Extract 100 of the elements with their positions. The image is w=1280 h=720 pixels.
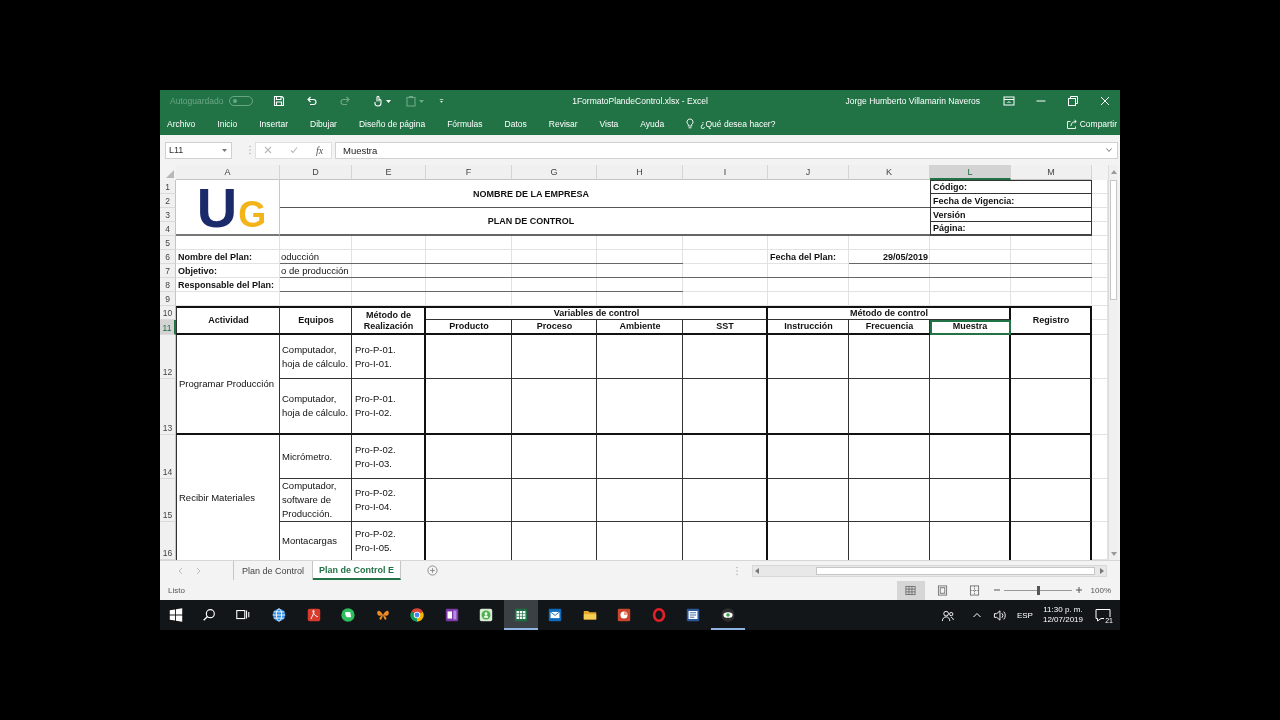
row-header[interactable]: 4 xyxy=(160,222,176,236)
row-header[interactable]: 11 xyxy=(160,320,176,335)
search-icon xyxy=(201,607,217,623)
name-box[interactable]: L11 xyxy=(165,141,232,159)
share-button[interactable]: Compartir xyxy=(1079,118,1120,129)
ribbon-options-icon[interactable] xyxy=(1003,95,1015,107)
notebook-icon xyxy=(443,607,460,623)
ribbon-tab[interactable]: Insertar xyxy=(259,116,288,131)
restore-icon[interactable] xyxy=(1067,95,1079,107)
people-icon[interactable] xyxy=(940,608,954,622)
column-header[interactable]: G xyxy=(512,165,597,180)
row-header[interactable]: 5 xyxy=(160,236,176,250)
plan-field-label: Responsable del Plan: xyxy=(177,279,276,292)
caret-icon[interactable] xyxy=(386,99,392,103)
ribbon-tab[interactable]: Revisar xyxy=(548,116,578,131)
hand-icon[interactable] xyxy=(372,95,385,107)
row-header[interactable]: 12 xyxy=(160,335,176,379)
ring-icon xyxy=(650,607,667,623)
undo-icon[interactable] xyxy=(306,95,319,107)
column-heading: Frecuencia xyxy=(849,320,930,335)
column-header[interactable]: J xyxy=(768,165,849,180)
ribbon-tab[interactable]: Vista xyxy=(599,116,619,131)
column-heading: Ambiente xyxy=(597,320,683,335)
vertical-scrollbar[interactable] xyxy=(1108,165,1118,560)
column-heading: Producto xyxy=(426,320,512,335)
clock[interactable]: 11:30 p. m. 12/07/2019 xyxy=(1042,605,1083,625)
row-header[interactable]: 16 xyxy=(160,522,176,560)
save-icon[interactable] xyxy=(273,95,286,107)
ribbon-tab[interactable]: Datos xyxy=(504,116,527,131)
scroll-left-icon[interactable] xyxy=(755,567,759,574)
row-header[interactable]: 10 xyxy=(160,306,176,320)
slider-thumb[interactable] xyxy=(1036,585,1040,595)
ribbon-tab[interactable]: Dibujar xyxy=(310,116,337,131)
add-sheet-icon[interactable] xyxy=(427,565,439,576)
row-header[interactable]: 15 xyxy=(160,479,176,522)
sheet-tab[interactable]: Plan de Control E xyxy=(313,561,402,580)
plan-field-value: o de producción xyxy=(280,264,1092,278)
lightbulb-icon[interactable] xyxy=(686,118,695,129)
equipment-cell: Montacargas xyxy=(280,522,352,560)
insert-function-button[interactable]: fx xyxy=(316,144,324,156)
document-field-cell: Página: xyxy=(930,222,1092,236)
column-header[interactable]: L xyxy=(930,165,1011,180)
column-header[interactable]: K xyxy=(849,165,930,180)
ribbon-tab[interactable]: Diseño de página xyxy=(358,116,426,131)
method-cell: Pro-P-01. Pro-I-02. xyxy=(352,379,426,435)
row-header[interactable]: 2 xyxy=(160,194,176,208)
zoom-level[interactable]: 100% xyxy=(1090,585,1111,595)
ribbon-tab[interactable]: Ayuda xyxy=(640,116,665,131)
taskbar-button[interactable] xyxy=(503,600,538,630)
row-header[interactable]: 13 xyxy=(160,379,176,435)
scrollbar-thumb[interactable] xyxy=(1110,180,1117,300)
column-header[interactable]: D xyxy=(280,165,352,180)
chevron-up-icon[interactable] xyxy=(971,610,982,620)
caret-icon[interactable] xyxy=(222,148,227,152)
plan-field-label: Nombre del Plan: xyxy=(177,251,253,264)
column-heading: Método de Realización xyxy=(352,306,426,335)
notification-icon[interactable] xyxy=(1095,608,1111,622)
row-header[interactable]: 7 xyxy=(160,264,176,278)
language-indicator[interactable]: ESP xyxy=(1016,610,1033,620)
scrollbar-thumb[interactable] xyxy=(816,566,1095,575)
autosave-label: Autoguardado xyxy=(170,96,224,106)
column-header[interactable]: F xyxy=(426,165,512,180)
document-field-cell: Fecha de Vigencia: xyxy=(930,194,1092,208)
column-heading: Equipos xyxy=(280,306,352,335)
row-header[interactable]: 9 xyxy=(160,292,176,306)
column-header[interactable]: H xyxy=(597,165,683,180)
page-break-icon xyxy=(969,584,981,596)
row-header[interactable]: 6 xyxy=(160,250,176,264)
plan-date-value: 29/05/2019 xyxy=(849,250,1092,264)
ribbon-tab[interactable]: Archivo xyxy=(167,116,196,131)
equipment-cell: Computador, hoja de cálculo. xyxy=(280,379,352,435)
column-header[interactable]: I xyxy=(683,165,768,180)
status-text: Listo xyxy=(167,585,185,595)
share-icon[interactable] xyxy=(1065,117,1078,130)
speaker-icon[interactable] xyxy=(992,608,1006,622)
mail-icon xyxy=(547,607,564,623)
document-app-icon xyxy=(305,607,322,623)
horizontal-scrollbar[interactable] xyxy=(752,564,1107,577)
row-header[interactable]: 14 xyxy=(160,435,176,479)
tell-me-search[interactable]: ¿Qué desea hacer? xyxy=(700,118,776,129)
check-icon[interactable] xyxy=(290,146,298,154)
formula-input[interactable]: Muestra xyxy=(335,141,1118,159)
row-header[interactable]: 1 xyxy=(160,180,176,194)
ribbon-tab[interactable]: Inicio xyxy=(217,116,238,131)
scroll-right-icon[interactable] xyxy=(1100,567,1104,574)
zoom-in-icon[interactable] xyxy=(1075,587,1082,593)
window-title: 1FormatoPlandeControl.xlsx - Excel xyxy=(572,96,708,106)
plan-field-label: Objetivo: xyxy=(177,265,218,278)
user-name[interactable]: Jorge Humberto Villamarin Naveros xyxy=(845,96,980,106)
view-button[interactable] xyxy=(896,580,925,600)
close-icon[interactable] xyxy=(1099,95,1111,107)
ribbon-tab[interactable]: Fórmulas xyxy=(447,116,483,131)
column-header[interactable]: E xyxy=(352,165,426,180)
expand-caret-icon[interactable] xyxy=(1106,148,1112,152)
document-title: PLAN DE CONTROL xyxy=(280,208,930,236)
column-header[interactable]: A xyxy=(176,165,280,180)
row-header[interactable]: 8 xyxy=(160,278,176,292)
eye-icon xyxy=(719,607,736,623)
row-header[interactable]: 3 xyxy=(160,208,176,222)
column-header[interactable]: M xyxy=(1011,165,1092,180)
